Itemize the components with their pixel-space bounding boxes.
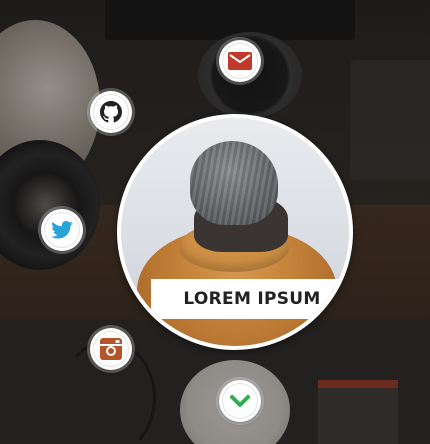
profile-photo: LOREM IPSUM [121, 118, 349, 346]
github-button[interactable] [90, 91, 132, 133]
github-icon [100, 101, 122, 123]
twitter-bird-icon [51, 221, 73, 239]
envelope-icon [228, 52, 252, 70]
instagram-button[interactable] [90, 328, 132, 370]
photo-beanie [190, 141, 278, 225]
chevron-down-icon [230, 395, 250, 407]
instagram-icon [100, 338, 122, 360]
profile-name-caption: LOREM IPSUM [151, 279, 349, 319]
mail-button[interactable] [219, 40, 261, 82]
expand-more-button[interactable] [219, 380, 261, 422]
profile-card[interactable]: LOREM IPSUM [117, 114, 353, 350]
twitter-button[interactable] [41, 209, 83, 251]
